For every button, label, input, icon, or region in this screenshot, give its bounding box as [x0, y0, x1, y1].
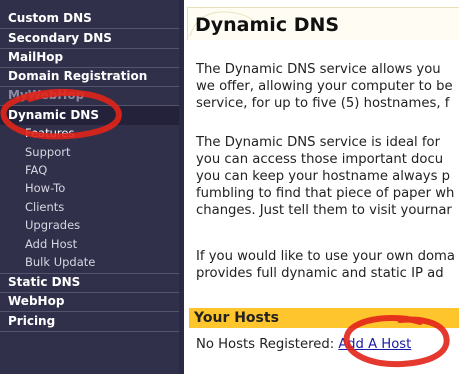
sidebar: Custom DNS Secondary DNS MailHop Domain …: [0, 0, 179, 374]
paragraph-line: provides full dynamic and static IP ad: [196, 266, 444, 281]
paragraph-line: The Dynamic DNS service allows you: [196, 62, 441, 77]
nav-mywebhop[interactable]: MyWebHop: [0, 86, 179, 105]
intro-paragraph: The Dynamic DNS service allows you we of…: [196, 61, 459, 112]
paragraph-line: changes. Just tell them to visit yournar: [196, 203, 452, 218]
subnav-faq[interactable]: FAQ: [25, 161, 175, 179]
nav-mailhop[interactable]: MailHop: [0, 48, 179, 67]
use-case-paragraph: The Dynamic DNS service is ideal for you…: [196, 134, 459, 219]
nav-static-dns[interactable]: Static DNS: [0, 273, 179, 292]
paragraph-line: If you would like to use your own doma: [196, 249, 455, 264]
subnav-clients[interactable]: Clients: [25, 198, 175, 216]
subnav-upgrades[interactable]: Upgrades: [25, 216, 175, 234]
nav-dynamic-dns[interactable]: Dynamic DNS: [0, 106, 179, 125]
nav-secondary-dns[interactable]: Secondary DNS: [0, 29, 179, 48]
no-hosts-text: No Hosts Registered:: [196, 337, 335, 352]
main-content: Dynamic DNS The Dynamic DNS service allo…: [184, 0, 459, 374]
your-hosts-title: Your Hosts: [194, 310, 279, 326]
paragraph-line: fumbling to find that piece of paper wh: [196, 186, 455, 201]
subnav-features[interactable]: Features: [25, 124, 175, 142]
nav-custom-dns[interactable]: Custom DNS: [0, 9, 179, 28]
paragraph-line: you can access those important docu: [196, 152, 444, 167]
add-a-host-link[interactable]: Add A Host: [338, 337, 411, 352]
subnav-bulk-update[interactable]: Bulk Update: [25, 253, 175, 271]
nav-webhop[interactable]: WebHop: [0, 292, 179, 311]
nav-domain-registration[interactable]: Domain Registration: [0, 67, 179, 86]
subnav-support[interactable]: Support: [25, 143, 175, 161]
your-hosts-header: Your Hosts: [189, 308, 459, 328]
subnav-how-to[interactable]: How-To: [25, 179, 175, 197]
nav-pricing[interactable]: Pricing: [0, 312, 179, 331]
hosts-status-row: No Hosts Registered: Add A Host: [196, 337, 411, 352]
paragraph-line: you can keep your hostname always p: [196, 169, 451, 184]
title-bar: Dynamic DNS: [187, 7, 459, 40]
nav-divider: [0, 331, 179, 332]
paragraph-line: we offer, allowing your computer to be: [196, 79, 453, 94]
page-title: Dynamic DNS: [195, 14, 340, 36]
paragraph-line: The Dynamic DNS service is ideal for: [196, 135, 441, 150]
own-domain-paragraph: If you would like to use your own doma p…: [196, 248, 459, 282]
subnav-add-host[interactable]: Add Host: [25, 235, 175, 253]
paragraph-line: service, for up to five (5) hostnames, f: [196, 96, 450, 111]
